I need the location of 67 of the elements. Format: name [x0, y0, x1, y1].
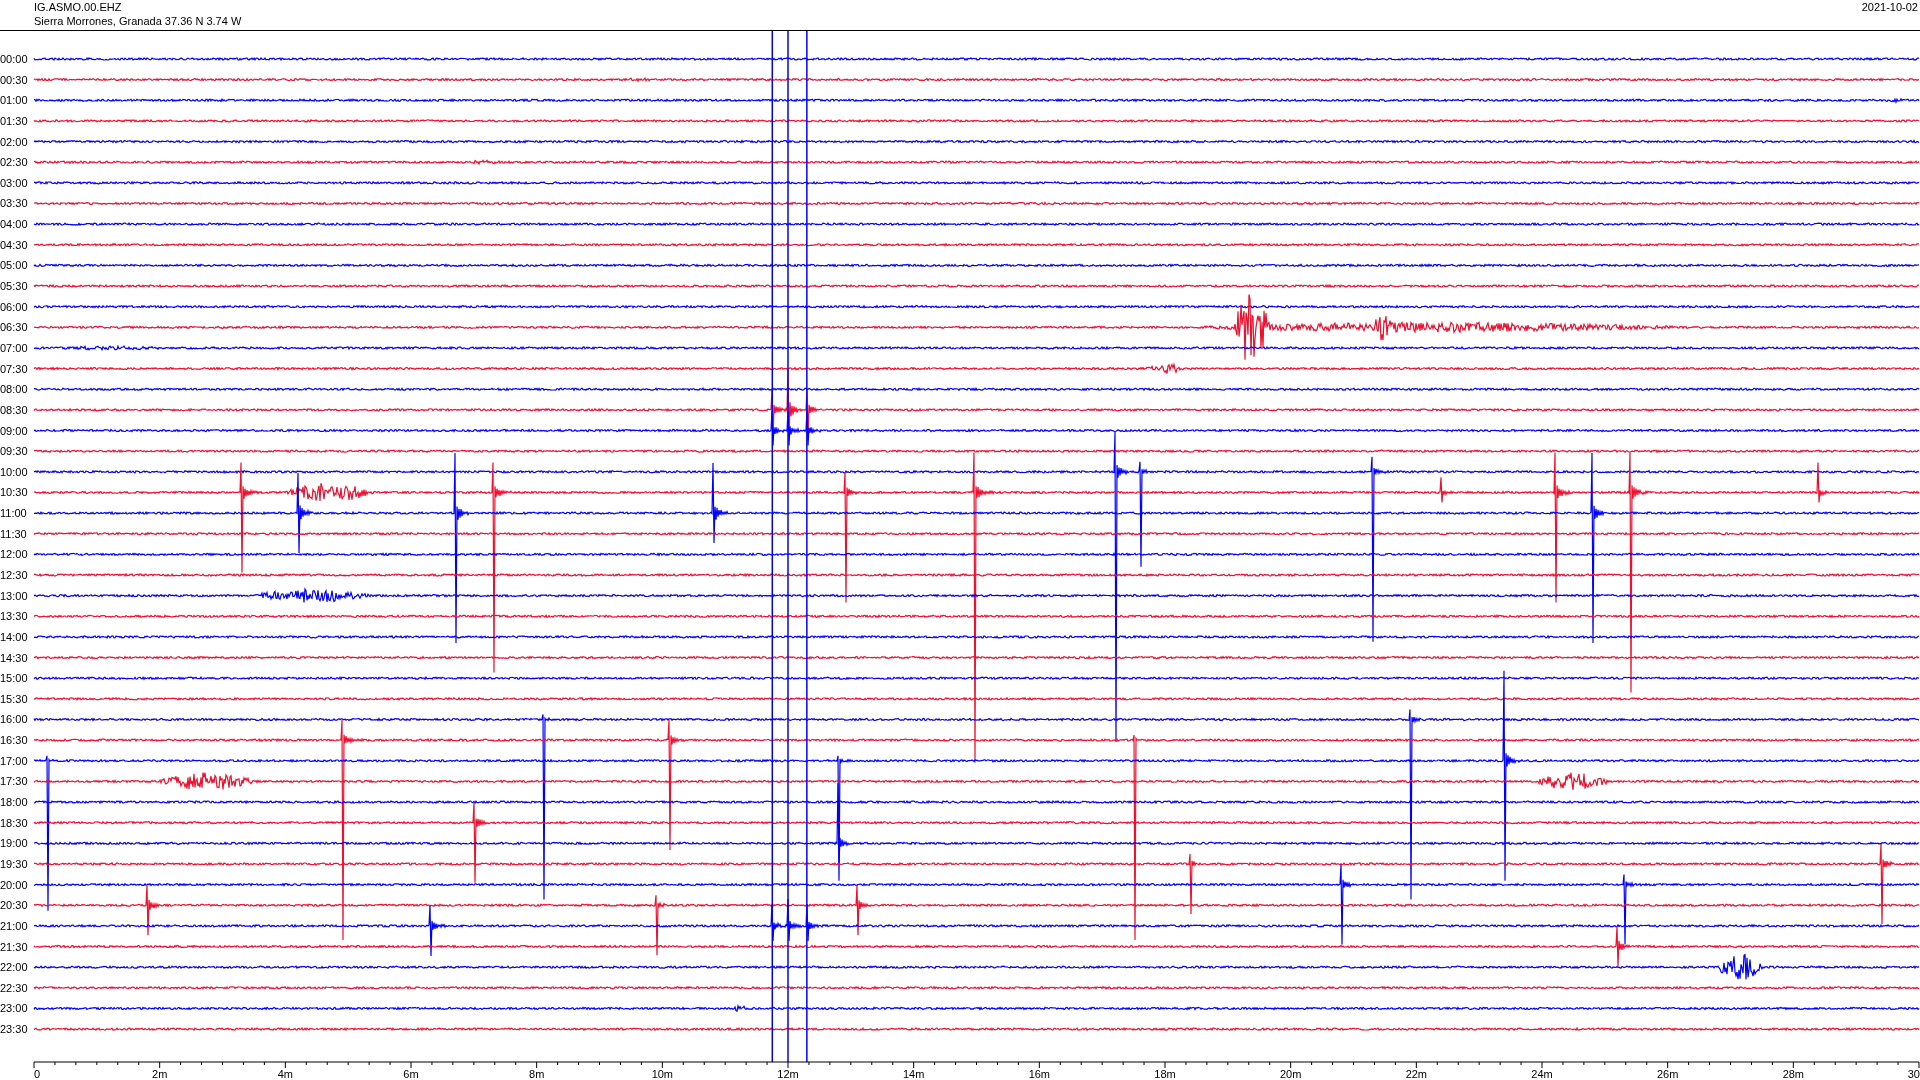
time-label: 18:30 — [0, 816, 28, 829]
time-label: 20:30 — [0, 899, 28, 912]
time-label: 03:00 — [0, 176, 28, 189]
time-label: 10:00 — [0, 465, 28, 478]
time-label: 03:30 — [0, 197, 28, 210]
axis-tick-label: 12m — [777, 1068, 799, 1080]
time-label: 06:00 — [0, 300, 28, 313]
time-label: 22:00 — [0, 961, 28, 974]
time-label: 12:00 — [0, 548, 28, 561]
time-label: 08:00 — [0, 383, 28, 396]
time-label: 07:30 — [0, 362, 28, 375]
time-label: 20:00 — [0, 878, 28, 891]
time-label: 17:00 — [0, 754, 28, 767]
axis-tick-label: 24m — [1531, 1068, 1553, 1080]
axis-tick-label: 8m — [529, 1068, 545, 1080]
axis-tick-label: 30 — [1907, 1068, 1920, 1080]
time-label: 21:30 — [0, 940, 28, 953]
axis-tick-label: 22m — [1405, 1068, 1428, 1080]
time-label: 02:00 — [0, 135, 28, 148]
time-label: 11:30 — [0, 527, 27, 540]
time-label: 17:30 — [0, 775, 28, 788]
time-label: 12:30 — [0, 569, 28, 581]
time-label: 23:30 — [0, 1023, 28, 1036]
time-label: 16:00 — [0, 713, 28, 726]
axis-tick-label: 0 — [34, 1068, 41, 1080]
axis-tick-label: 26m — [1656, 1068, 1679, 1080]
time-label: 02:30 — [0, 156, 28, 169]
axis-tick-label: 10m — [651, 1068, 674, 1080]
time-label: 15:30 — [0, 692, 28, 705]
axis-tick-label: 20m — [1279, 1068, 1302, 1080]
time-label: 19:30 — [0, 857, 28, 870]
axis-tick-label: 18m — [1154, 1068, 1176, 1080]
time-label: 00:30 — [0, 73, 28, 86]
time-label: 05:00 — [0, 259, 28, 272]
axis-tick-label: 16m — [1028, 1068, 1051, 1080]
time-label: 05:30 — [0, 280, 28, 293]
time-label: 04:30 — [0, 238, 28, 251]
time-label: 04:00 — [0, 218, 28, 231]
axis-tick-label: 6m — [403, 1068, 419, 1080]
time-label: 23:00 — [0, 1002, 28, 1015]
axis-tick-label: 14m — [902, 1068, 925, 1080]
time-label: 11:00 — [0, 507, 27, 520]
time-label: 13:00 — [0, 589, 28, 602]
time-label: 07:00 — [0, 341, 28, 354]
time-label: 21:00 — [0, 919, 28, 932]
time-label: 00:00 — [0, 53, 28, 65]
date-label: 2021-10-02 — [1861, 0, 1919, 14]
time-label: 19:00 — [0, 837, 28, 850]
time-label: 06:30 — [0, 321, 28, 334]
time-label: 15:00 — [0, 672, 28, 685]
time-label: 14:00 — [0, 630, 28, 643]
time-label: 08:30 — [0, 403, 28, 416]
axis-tick-label: 4m — [277, 1068, 293, 1080]
time-label: 22:30 — [0, 981, 28, 994]
time-label: 13:30 — [0, 610, 28, 623]
station-location: Sierra Morrones, Granada 37.36 N 3.74 W — [34, 14, 242, 28]
time-label: 09:00 — [0, 424, 28, 437]
time-label: 01:30 — [0, 114, 28, 127]
station-code: IG.ASMO.00.EHZ — [34, 0, 123, 14]
time-label: 16:30 — [0, 734, 28, 747]
axis-tick-label: 2m — [152, 1068, 168, 1080]
time-label: 09:30 — [0, 445, 28, 458]
time-label: 10:30 — [0, 486, 28, 499]
axis-tick-label: 28m — [1782, 1068, 1805, 1080]
time-label: 18:00 — [0, 796, 28, 809]
time-label: 14:30 — [0, 651, 28, 664]
time-label: 01:00 — [0, 94, 28, 107]
